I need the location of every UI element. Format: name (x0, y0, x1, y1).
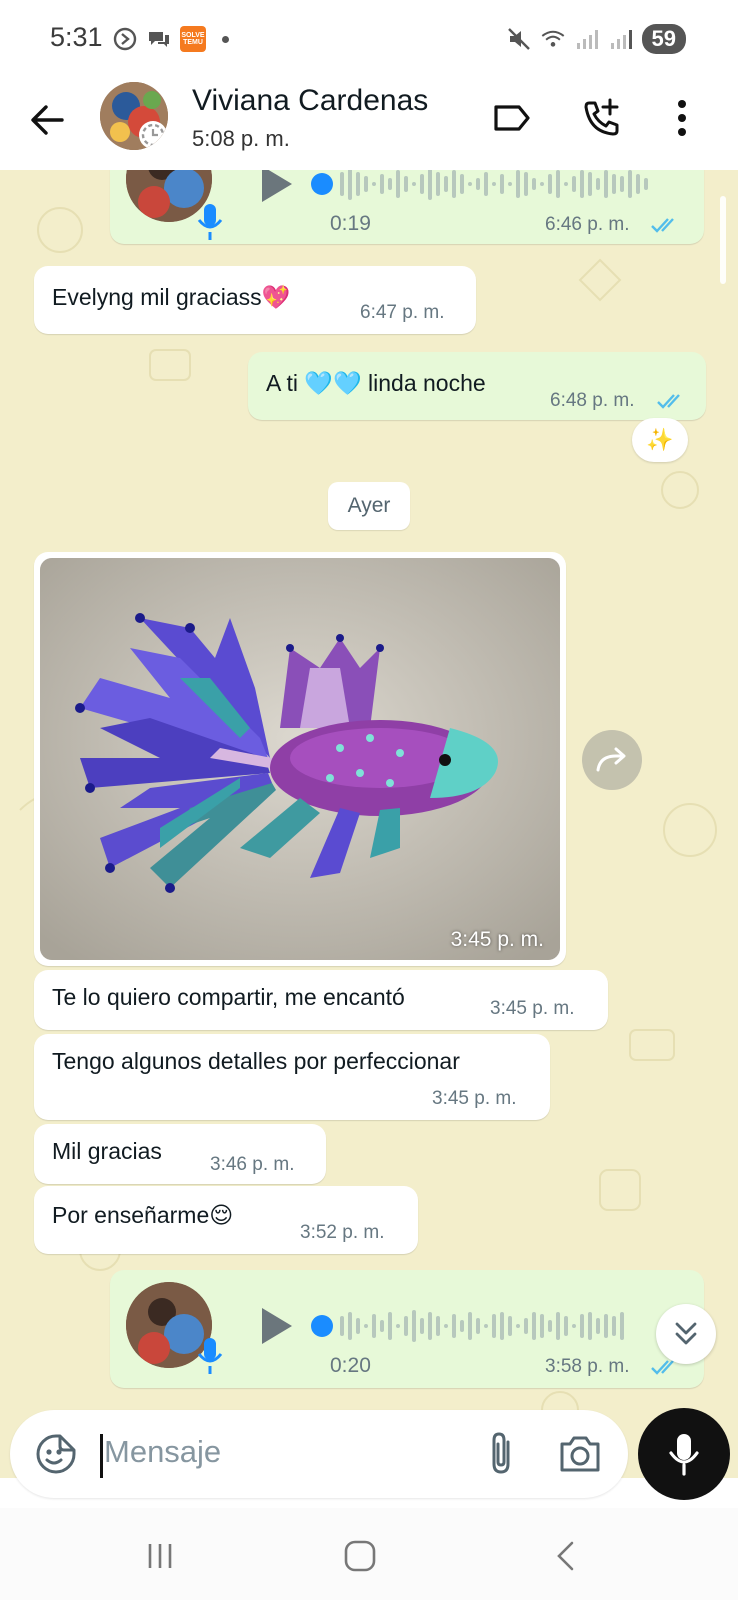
message-incoming[interactable]: Mil gracias 3:46 p. m. (34, 1124, 326, 1184)
home-button[interactable] (340, 1538, 380, 1574)
temu-label: SOLVE TEMU (181, 32, 205, 46)
read-ticks-icon (657, 394, 680, 409)
play-icon[interactable] (256, 170, 296, 204)
mic-badge-icon (197, 1338, 223, 1374)
message-outgoing[interactable]: A ti 🩵🩵 linda noche 6:48 p. m. (248, 352, 706, 420)
status-system-icons: 59 (506, 24, 686, 54)
message-time: 6:48 p. m. (550, 390, 635, 411)
message-time: 3:45 p. m. (432, 1088, 517, 1109)
voice-duration: 0:20 (330, 1354, 371, 1377)
message-text: Por enseñarme😌 (52, 1202, 234, 1228)
chat-area[interactable]: 0:19 6:46 p. m. Evelyng mil graciass💖 6:… (0, 170, 738, 1478)
back-button[interactable] (26, 98, 70, 142)
status-notifications: SOLVE TEMU (112, 26, 229, 52)
message-composer[interactable]: Mensaje (10, 1410, 628, 1498)
system-navigation-bar (0, 1508, 738, 1600)
signal-icon-1 (574, 26, 600, 52)
message-text: Tengo algunos detalles por perfeccionar (52, 1048, 460, 1074)
system-back-button[interactable] (546, 1538, 586, 1574)
message-incoming[interactable]: Por enseñarme😌 3:52 p. m. (34, 1186, 418, 1254)
reaction-badge[interactable]: ✨ (632, 418, 688, 462)
message-text: Mil gracias (52, 1138, 162, 1164)
message-text: Evelyng mil graciass💖 (52, 284, 291, 310)
message-incoming[interactable]: Evelyng mil graciass💖 6:47 p. m. (34, 266, 476, 334)
contact-avatar[interactable] (100, 82, 168, 150)
message-time: 3:58 p. m. (545, 1356, 630, 1377)
microphone-icon (669, 1434, 699, 1476)
message-time: 6:46 p. m. (545, 214, 630, 235)
scroll-to-bottom-button[interactable] (656, 1304, 716, 1364)
voice-record-button[interactable] (638, 1408, 730, 1500)
waveform[interactable] (310, 170, 680, 202)
text-caret (100, 1434, 103, 1478)
add-call-button[interactable] (578, 94, 626, 142)
kebab-menu-icon (678, 100, 686, 136)
status-bar: 5:31 SOLVE TEMU 59 (0, 0, 738, 80)
date-divider: Ayer (328, 482, 410, 530)
more-options-button[interactable] (658, 94, 706, 142)
chevron-left-icon (557, 1541, 574, 1571)
voice-duration: 0:19 (330, 212, 371, 235)
play-icon[interactable] (256, 1306, 296, 1346)
voice-message-outgoing[interactable]: 0:20 3:58 p. m. (110, 1270, 704, 1388)
wifi-icon (540, 26, 566, 52)
message-input[interactable]: Mensaje (104, 1434, 221, 1470)
paperclip-icon (492, 1432, 510, 1474)
message-time: 6:47 p. m. (360, 302, 445, 323)
sticker-face-icon (36, 1434, 76, 1474)
sticker-button[interactable] (34, 1432, 78, 1476)
message-incoming[interactable]: Tengo algunos detalles por perfeccionar … (34, 1034, 550, 1120)
attach-button[interactable] (480, 1430, 524, 1478)
home-icon (344, 1540, 376, 1572)
message-time: 3:45 p. m. (490, 998, 575, 1019)
mute-icon (506, 26, 532, 52)
chat-header: Viviana Cardenas 5:08 p. m. (0, 80, 738, 170)
beaded-fish-photo[interactable]: 3:45 p. m. (40, 558, 560, 960)
camera-button[interactable] (556, 1432, 604, 1476)
reaction-emoji: ✨ (646, 427, 674, 452)
image-time: 3:45 p. m. (450, 928, 544, 951)
arrow-left-icon (31, 105, 64, 135)
forward-button[interactable] (582, 730, 642, 790)
forward-arrow-icon (596, 747, 626, 772)
photo-content (40, 558, 560, 960)
last-seen: 5:08 p. m. (192, 126, 290, 151)
chat-bubbles-icon (146, 26, 172, 52)
camera-icon (560, 1436, 600, 1472)
message-text: A ti 🩵🩵 linda noche (266, 370, 486, 396)
temu-app-icon: SOLVE TEMU (180, 26, 206, 52)
status-time: 5:31 (50, 22, 103, 52)
label-icon (494, 105, 530, 131)
dnd-circle-icon (112, 26, 138, 52)
read-ticks-icon (651, 218, 674, 233)
message-incoming[interactable]: Te lo quiero compartir, me encantó 3:45 … (34, 970, 608, 1030)
voice-message-outgoing[interactable]: 0:19 6:46 p. m. (110, 170, 704, 244)
phone-plus-icon (584, 98, 619, 136)
scrollbar[interactable] (720, 196, 726, 284)
more-notifications-dot (222, 35, 229, 43)
message-time: 3:46 p. m. (210, 1154, 295, 1175)
message-time: 3:52 p. m. (300, 1222, 385, 1243)
recent-apps-button[interactable] (140, 1538, 180, 1574)
contact-name[interactable]: Viviana Cardenas (192, 84, 428, 118)
double-chevron-down-icon (675, 1322, 697, 1345)
waveform[interactable] (310, 1308, 650, 1344)
label-button[interactable] (488, 94, 536, 142)
battery-level: 59 (641, 24, 686, 54)
status-update-icon (139, 121, 167, 149)
message-text: Te lo quiero compartir, me encantó (52, 984, 405, 1010)
mic-badge-icon (197, 204, 223, 240)
signal-icon-2 (608, 26, 634, 52)
recent-apps-icon (148, 1544, 172, 1568)
